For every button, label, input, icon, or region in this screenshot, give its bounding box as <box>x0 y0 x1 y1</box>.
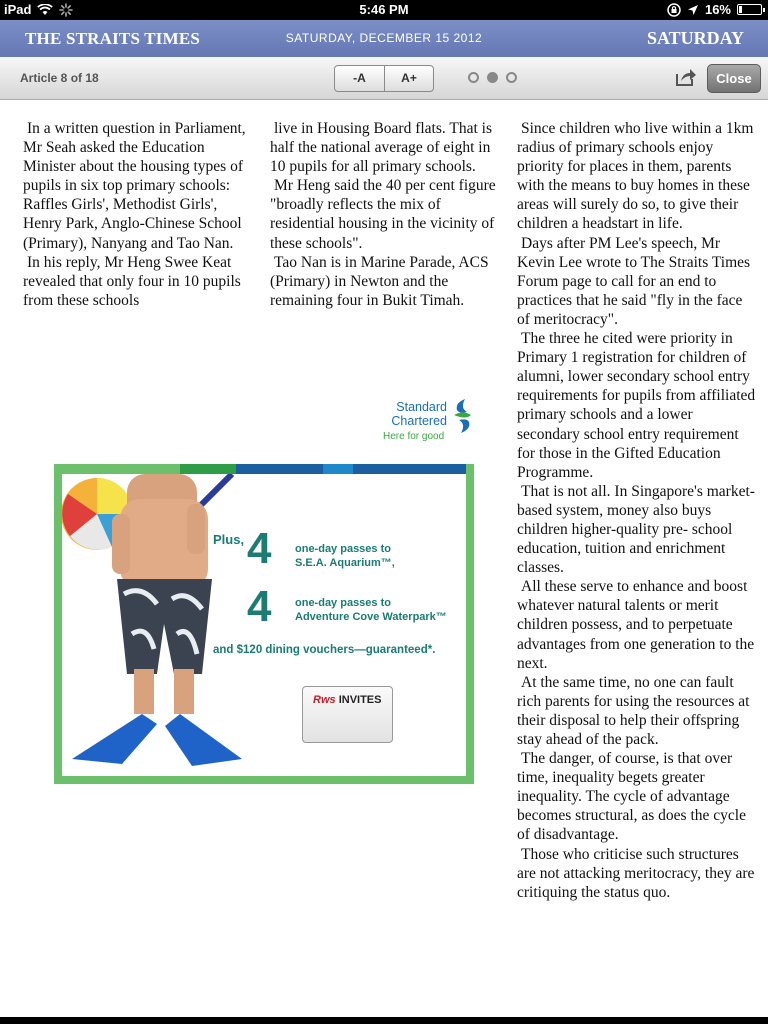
paragraph: That is not all. In Singapore's market-b… <box>517 482 755 577</box>
advertisement-banner[interactable]: Plus, 4 one-day passes to S.E.A. Aquariu… <box>54 464 474 784</box>
clock: 5:46 PM <box>359 2 409 17</box>
rotation-lock-icon <box>667 2 681 17</box>
article-toolbar: Article 8 of 18 -A A+ Close <box>0 57 768 100</box>
paragraph: Days after PM Lee's speech, Mr Kevin Lee… <box>517 234 751 328</box>
card-word: INVITES <box>338 694 382 706</box>
rws-invites-card: Rws INVITES <box>302 686 393 743</box>
screen-bottom-edge <box>0 1017 768 1024</box>
standard-chartered-icon <box>454 399 471 433</box>
boy-with-beach-ball-illustration <box>62 474 242 766</box>
paragraph: The three he cited were priority in Prim… <box>517 330 756 481</box>
masthead: THE STRAITS TIMES SATURDAY, DECEMBER 15 … <box>0 20 768 57</box>
font-size-control: -A A+ <box>334 65 434 92</box>
paragraph: At the same time, no one can fault rich … <box>517 673 750 748</box>
location-arrow-icon <box>687 4 698 15</box>
ad-plus-text: Plus, <box>213 532 245 547</box>
ad-color-stripe <box>62 464 466 474</box>
ad-pass-2-line-1: one-day passes to <box>295 597 391 609</box>
paragraph: Tao Nan is in Marine Parade, ACS (Primar… <box>270 253 489 309</box>
sponsor-logo[interactable]: Standard Chartered Here for good <box>383 398 478 446</box>
ad-dining-vouchers: and $120 dining vouchers—guaranteed*. <box>213 644 436 656</box>
status-bar: iPad 5:46 PM 16% <box>0 0 768 20</box>
article-body: In a written question in Parliament, Mr … <box>0 100 768 1017</box>
page-dot[interactable] <box>468 72 479 83</box>
ad-number-1: 4 <box>247 524 272 573</box>
ad-number-2: 4 <box>247 582 272 631</box>
page-dot-active[interactable] <box>487 72 498 83</box>
issue-day: SATURDAY <box>646 28 744 48</box>
decrease-font-button[interactable]: -A <box>335 66 384 91</box>
sponsor-name-line-2: Chartered <box>391 414 447 428</box>
ad-pass-1-line-1: one-day passes to <box>295 543 391 555</box>
paragraph: Since children who live within a 1km rad… <box>517 120 754 233</box>
battery-percent: 16% <box>704 2 731 17</box>
ad-pass-2-line-2: Adventure Cove Waterpark™ <box>295 611 447 623</box>
paragraph: The danger, of course, is that over time… <box>517 750 746 844</box>
increase-font-button[interactable]: A+ <box>384 66 433 91</box>
article-column-2: live in Housing Board flats. That is hal… <box>270 119 502 310</box>
page-dot[interactable] <box>506 72 517 83</box>
ad-pass-2: one-day passes to Adventure Cove Waterpa… <box>295 596 447 624</box>
share-icon[interactable] <box>675 66 697 88</box>
article-column-3: Since children who live within a 1km rad… <box>517 119 757 902</box>
paragraph: In a written question in Parliament, Mr … <box>23 120 246 252</box>
paragraph: In his reply, Mr Heng Swee Keat revealed… <box>23 253 241 309</box>
paragraph: Mr Heng said the 40 per cent figure "bro… <box>270 177 496 252</box>
paragraph: live in Housing Board flats. That is hal… <box>270 120 492 176</box>
article-column-1: In a written question in Parliament, Mr … <box>23 119 253 310</box>
ad-pass-1-line-2: S.E.A. Aquarium™, <box>295 557 395 569</box>
sponsor-name-line-1: Standard <box>396 400 447 414</box>
sponsor-tagline: Here for good <box>383 431 445 442</box>
article-counter: Article 8 of 18 <box>20 71 99 85</box>
page-indicator[interactable] <box>468 72 517 83</box>
close-button[interactable]: Close <box>707 64 761 93</box>
paragraph: All these serve to enhance and boost wha… <box>517 578 755 672</box>
paragraph: Those who criticise such structures are … <box>517 845 755 901</box>
battery-icon <box>737 4 765 15</box>
ad-pass-1: one-day passes to S.E.A. Aquarium™, <box>295 542 395 570</box>
card-brand: Rws <box>313 694 336 706</box>
